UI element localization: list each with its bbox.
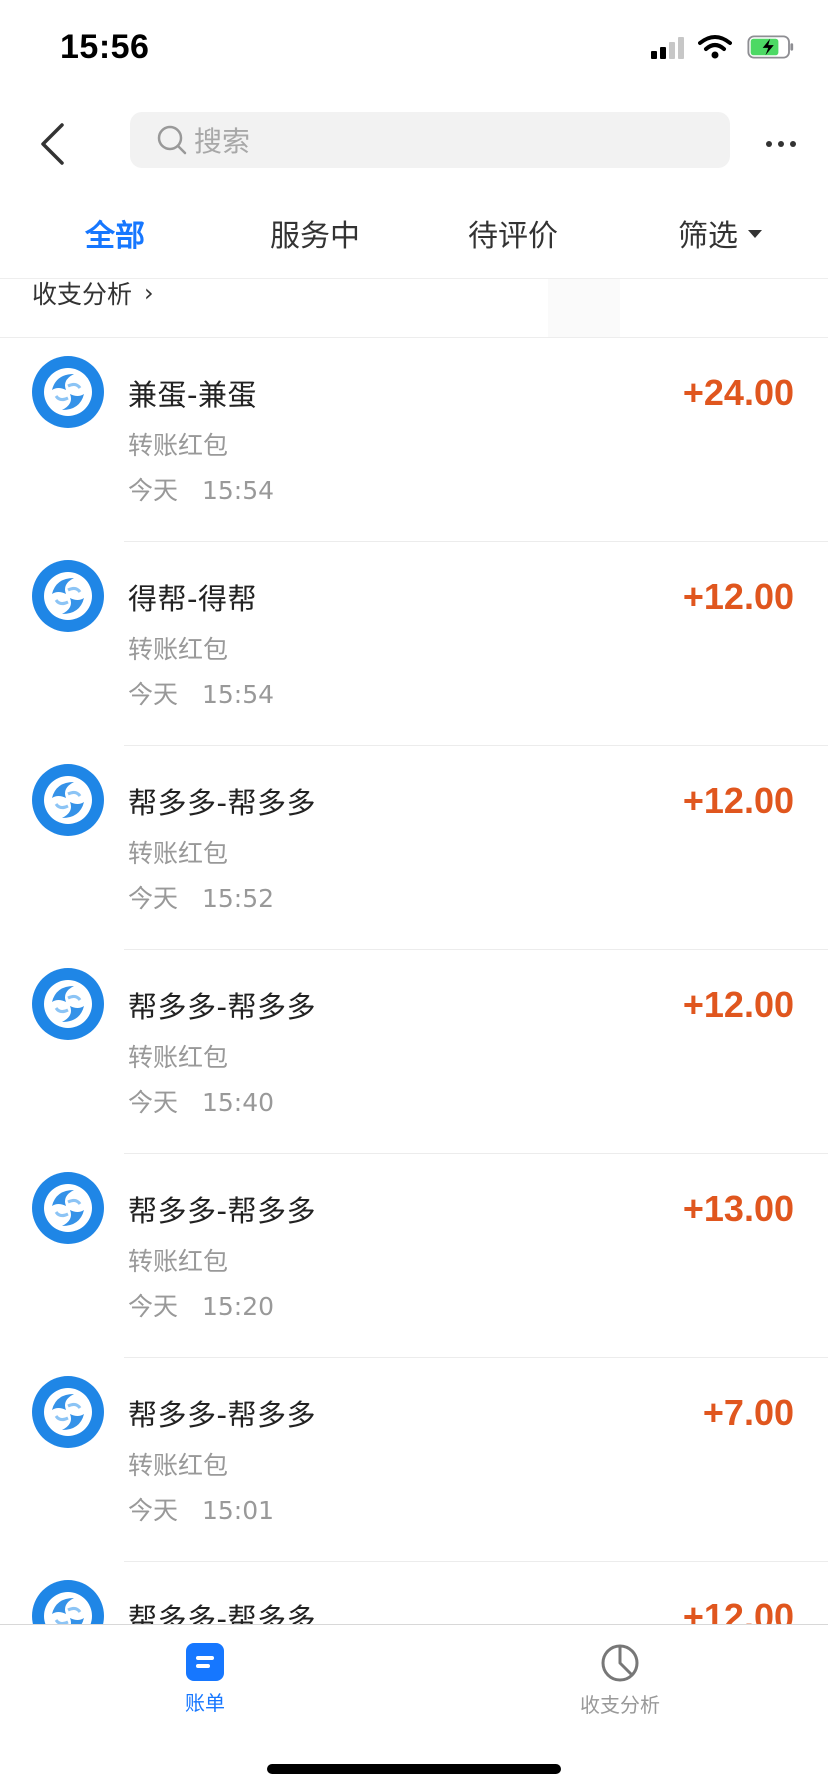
- nav-bar: 搜索: [0, 100, 828, 200]
- income-analysis-label: 收支分析: [32, 280, 133, 309]
- merchant-logo-icon: [32, 1172, 104, 1244]
- transaction-item[interactable]: 帮多多-帮多多 转账红包 今天 15:40 +12.00: [0, 950, 828, 1154]
- bottom-tab-bill[interactable]: 账单: [125, 1643, 285, 1723]
- placeholder-block: [548, 279, 620, 337]
- status-icons: [651, 34, 796, 60]
- transaction-name: 兼蛋-兼蛋: [128, 378, 257, 412]
- search-input[interactable]: 搜索: [130, 112, 730, 168]
- transaction-type: 转账红包: [128, 839, 229, 868]
- tab-pending-review-label: 待评价: [468, 219, 558, 254]
- transaction-type: 转账红包: [128, 1451, 229, 1480]
- transaction-clock: 15:52: [201, 884, 275, 913]
- transaction-type: 转账红包: [128, 431, 229, 460]
- transaction-item[interactable]: 帮多多-帮多多 转账红包 今天 15:52 +12.00: [0, 746, 828, 950]
- transaction-day: 今天: [128, 1088, 179, 1117]
- transaction-time: 今天 15:20: [128, 1287, 274, 1323]
- merchant-logo-icon: [32, 764, 104, 836]
- search-placeholder: 搜索: [194, 125, 251, 158]
- transaction-type: 转账红包: [128, 1043, 229, 1072]
- transaction-amount: +12.00: [682, 576, 794, 617]
- transaction-amount: +12.00: [682, 780, 794, 821]
- caret-down-icon: [748, 230, 762, 238]
- transaction-day: 今天: [128, 680, 179, 709]
- transaction-clock: 15:01: [201, 1496, 275, 1525]
- transaction-item[interactable]: 帮多多-帮多多 转账红包 今天 15:20 +13.00: [0, 1154, 828, 1358]
- bottom-tab-analysis[interactable]: 收支分析: [540, 1643, 700, 1723]
- transaction-list-screen: 15:56 搜索 全部 服务中 待评价 筛选 收支分析 › 兼蛋-兼蛋 转账红包…: [0, 0, 828, 1792]
- search-icon: [154, 122, 190, 158]
- transaction-day: 今天: [128, 476, 179, 505]
- transaction-type: 转账红包: [128, 1247, 229, 1276]
- transaction-type: 转账红包: [128, 635, 229, 664]
- merchant-logo-icon: [32, 560, 104, 632]
- bottom-tab-analysis-label: 收支分析: [580, 1693, 660, 1717]
- tab-pending-review[interactable]: 待评价: [448, 210, 578, 256]
- transaction-item[interactable]: 帮多多-帮多多 转账红包 今天 15:01 +7.00: [0, 1358, 828, 1562]
- back-button[interactable]: [28, 116, 76, 172]
- merchant-logo-icon: [32, 1376, 104, 1448]
- tab-all-label: 全部: [85, 219, 145, 254]
- transaction-name: 帮多多-帮多多: [128, 1194, 316, 1228]
- transaction-time: 今天 15:54: [128, 471, 274, 507]
- transaction-name: 帮多多-帮多多: [128, 1398, 316, 1432]
- tab-all[interactable]: 全部: [60, 210, 170, 256]
- tab-filter[interactable]: 筛选: [660, 210, 780, 256]
- wifi-icon: [698, 35, 732, 59]
- transaction-clock: 15:20: [201, 1292, 275, 1321]
- pie-chart-icon: [601, 1644, 639, 1682]
- transaction-name: 帮多多-帮多多: [128, 990, 316, 1024]
- transaction-item[interactable]: 得帮-得帮 转账红包 今天 15:54 +12.00: [0, 542, 828, 746]
- transaction-clock: 15:54: [201, 680, 275, 709]
- transaction-time: 今天 15:40: [128, 1083, 274, 1119]
- transaction-name: 得帮-得帮: [128, 582, 257, 616]
- transaction-clock: 15:54: [201, 476, 275, 505]
- transaction-item[interactable]: 兼蛋-兼蛋 转账红包 今天 15:54 +24.00: [0, 338, 828, 542]
- home-indicator: [267, 1764, 561, 1774]
- tab-in-service[interactable]: 服务中: [250, 210, 380, 256]
- tab-filter-label: 筛选: [678, 219, 738, 254]
- signal-icon: [651, 35, 684, 59]
- tab-in-service-label: 服务中: [270, 219, 360, 254]
- chevron-left-icon: [41, 123, 64, 165]
- battery-charging-icon: [747, 35, 794, 59]
- transaction-time: 今天 15:54: [128, 675, 274, 711]
- transaction-day: 今天: [128, 1496, 179, 1525]
- transaction-amount: +24.00: [682, 372, 794, 413]
- transaction-amount: +13.00: [682, 1188, 794, 1229]
- status-bar: 15:56: [0, 0, 828, 100]
- filter-tabs: 全部 服务中 待评价 筛选: [0, 200, 828, 280]
- merchant-logo-icon: [32, 968, 104, 1040]
- transaction-list: 兼蛋-兼蛋 转账红包 今天 15:54 +24.00 得帮-得帮 转账红包 今天…: [0, 338, 828, 1766]
- transaction-amount: +12.00: [682, 984, 794, 1025]
- bottom-tab-bill-label: 账单: [185, 1691, 225, 1715]
- transaction-clock: 15:40: [201, 1088, 275, 1117]
- more-dots-icon[interactable]: [756, 126, 806, 162]
- transaction-day: 今天: [128, 884, 179, 913]
- transaction-amount: +7.00: [702, 1392, 794, 1433]
- merchant-logo-icon: [32, 356, 104, 428]
- transaction-day: 今天: [128, 1292, 179, 1321]
- income-analysis-link[interactable]: 收支分析 ›: [32, 274, 154, 312]
- chevron-right-icon: ›: [144, 279, 154, 307]
- bill-icon: [186, 1643, 224, 1681]
- transaction-name: 帮多多-帮多多: [128, 786, 316, 820]
- transaction-time: 今天 15:52: [128, 879, 274, 915]
- transaction-time: 今天 15:01: [128, 1491, 274, 1527]
- status-time: 15:56: [60, 28, 150, 66]
